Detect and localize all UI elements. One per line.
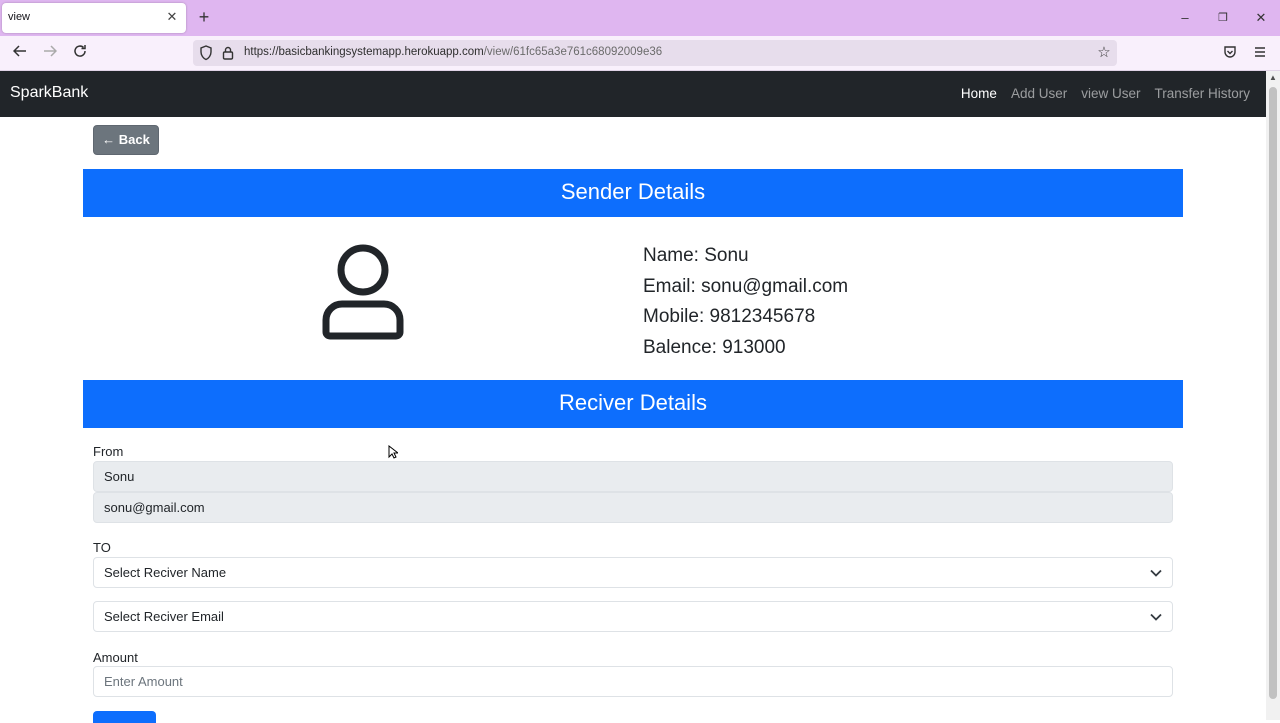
chevron-down-icon bbox=[1148, 558, 1164, 587]
to-label: TO bbox=[93, 540, 111, 555]
reload-icon[interactable] bbox=[70, 44, 90, 64]
restore-icon[interactable]: ❐ bbox=[1215, 10, 1231, 26]
nav-home[interactable]: Home bbox=[961, 86, 997, 101]
pocket-icon[interactable] bbox=[1220, 44, 1240, 64]
shield-icon[interactable] bbox=[199, 45, 215, 61]
close-tab-icon[interactable]: ✕ bbox=[164, 9, 180, 25]
sender-name: Name: Sonu bbox=[643, 245, 749, 266]
brand-logo[interactable]: SparkBank bbox=[10, 84, 88, 102]
url-path: /view/61fc65a3e761c68092009e36 bbox=[483, 46, 663, 58]
receiver-email-select-value: Select Reciver Email bbox=[104, 609, 224, 624]
nav-add-user[interactable]: Add User bbox=[1011, 86, 1067, 101]
minimize-icon[interactable]: – bbox=[1177, 10, 1193, 26]
url-host: https://basicbankingsystemapp.herokuapp.… bbox=[244, 46, 484, 58]
lock-icon[interactable] bbox=[221, 45, 237, 61]
sender-balance: Balence: 913000 bbox=[643, 337, 786, 358]
nav-links: Home Add User view User Transfer History bbox=[961, 86, 1250, 101]
sender-mobile: Mobile: 9812345678 bbox=[643, 306, 816, 327]
url-text[interactable]: https://basicbankingsystemapp.herokuapp.… bbox=[244, 46, 662, 58]
user-avatar-icon bbox=[318, 242, 408, 340]
browser-tabbar: view ✕ + – ❐ ✕ bbox=[0, 0, 1280, 36]
chevron-down-icon bbox=[1148, 602, 1164, 631]
amount-input[interactable]: Enter Amount bbox=[93, 666, 1173, 697]
nav-view-user[interactable]: view User bbox=[1081, 86, 1140, 101]
sender-details-header: Sender Details bbox=[83, 169, 1183, 217]
from-email-field: sonu@gmail.com bbox=[93, 492, 1173, 523]
receiver-email-select[interactable]: Select Reciver Email bbox=[93, 601, 1173, 632]
transfer-button[interactable] bbox=[93, 711, 156, 723]
back-arrow-icon[interactable] bbox=[10, 44, 30, 64]
from-label: From bbox=[93, 444, 124, 459]
browser-toolbar: https://basicbankingsystemapp.herokuapp.… bbox=[0, 36, 1280, 71]
close-window-icon[interactable]: ✕ bbox=[1253, 10, 1269, 26]
mouse-cursor-icon bbox=[388, 444, 400, 459]
nav-transfer-history[interactable]: Transfer History bbox=[1154, 86, 1250, 101]
tab-title: view bbox=[8, 11, 31, 23]
browser-tab[interactable]: view ✕ bbox=[2, 3, 186, 33]
receiver-name-select-value: Select Reciver Name bbox=[104, 565, 227, 580]
url-bar[interactable]: https://basicbankingsystemapp.herokuapp.… bbox=[193, 40, 1117, 66]
bookmark-star-icon[interactable]: ☆ bbox=[1095, 44, 1113, 62]
new-tab-icon[interactable]: + bbox=[196, 8, 212, 26]
page-scrollbar[interactable]: ▲ bbox=[1266, 71, 1280, 720]
site-navbar: SparkBank Home Add User view User Transf… bbox=[0, 71, 1266, 117]
forward-arrow-icon[interactable] bbox=[40, 44, 60, 64]
scroll-thumb[interactable] bbox=[1269, 87, 1277, 699]
back-button[interactable]: ← Back bbox=[93, 125, 159, 155]
scroll-up-icon[interactable]: ▲ bbox=[1266, 71, 1280, 85]
amount-label: Amount bbox=[93, 650, 138, 665]
menu-icon[interactable] bbox=[1250, 44, 1270, 64]
receiver-name-select[interactable]: Select Reciver Name bbox=[93, 557, 1173, 588]
from-name-field: Sonu bbox=[93, 461, 1173, 492]
receiver-details-header: Reciver Details bbox=[83, 380, 1183, 428]
sender-email: Email: sonu@gmail.com bbox=[643, 276, 849, 297]
